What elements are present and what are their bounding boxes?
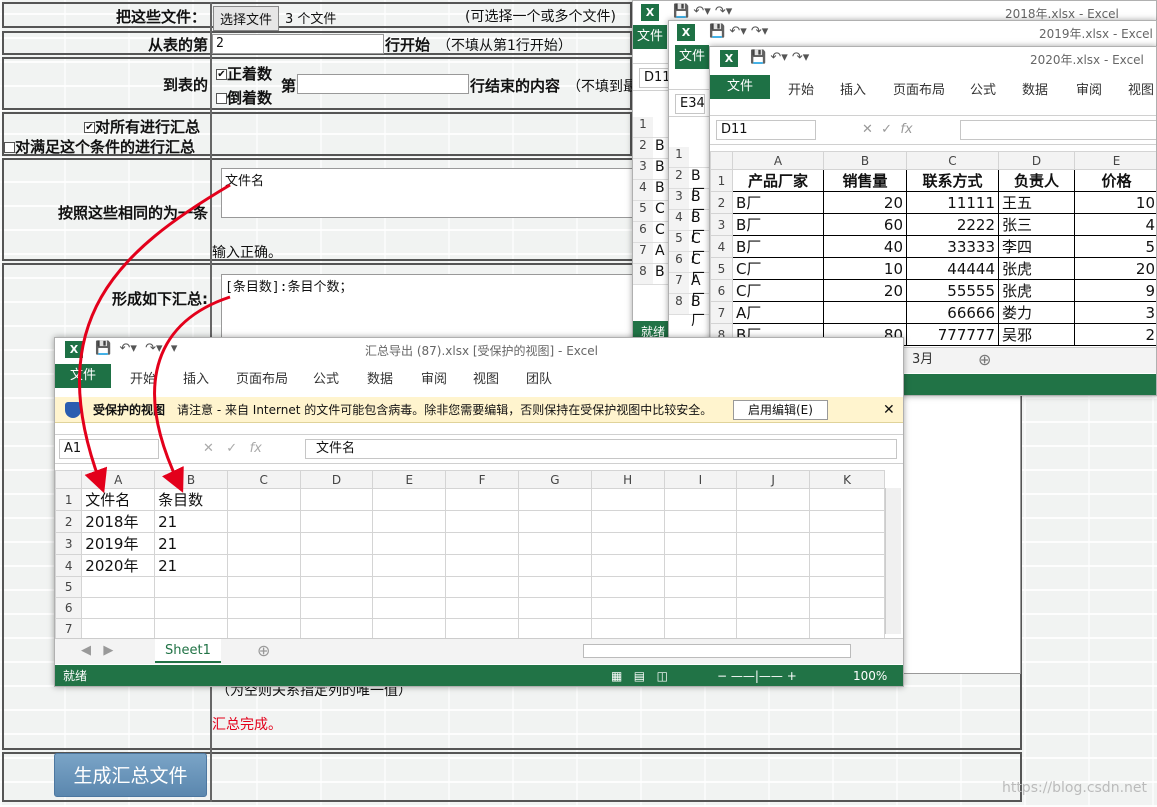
arrow-groupby-to-column-a	[77, 183, 231, 494]
arrow-format-to-column-b	[153, 295, 231, 493]
annotation-arrows	[77, 183, 231, 494]
